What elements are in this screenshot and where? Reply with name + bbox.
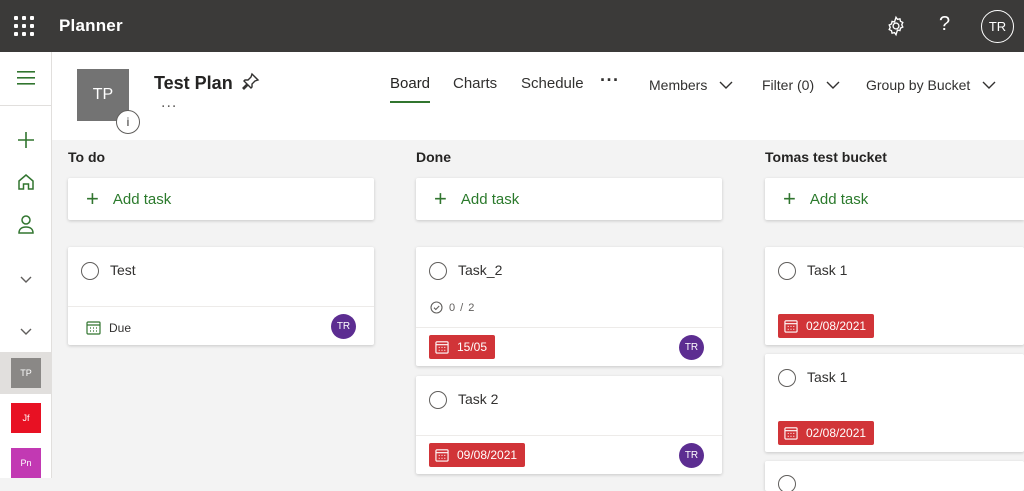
due-date: 15/05 <box>457 340 488 354</box>
plan-tile: Pn <box>11 448 41 478</box>
rail-plan-jf[interactable]: Jf <box>0 397 52 439</box>
rail-divider <box>0 105 52 106</box>
add-task-label: Add task <box>809 190 869 208</box>
hamburger-menu-icon[interactable] <box>0 66 52 90</box>
card-divider <box>416 435 722 436</box>
add-task-label: Add task <box>112 190 172 208</box>
app-header: Planner ? TR <box>0 0 1024 52</box>
plan-tile: Jf <box>11 403 41 433</box>
calendar-icon <box>86 321 101 335</box>
tabs-more-button[interactable]: ··· <box>600 70 619 91</box>
task-title: Task_2 <box>458 262 503 278</box>
assignee-avatar[interactable]: TR <box>331 314 356 339</box>
task-title: Task 2 <box>458 391 499 407</box>
plus-icon: + <box>434 186 447 211</box>
due-date: 09/08/2021 <box>457 448 518 462</box>
pin-icon[interactable] <box>240 72 260 92</box>
tab-board[interactable]: Board <box>390 75 430 92</box>
rail-plan-tp[interactable]: TP <box>0 352 52 394</box>
task-title: Task 1 <box>807 262 848 278</box>
plan-info-icon[interactable]: i <box>116 110 140 134</box>
plan-more-options[interactable]: ... <box>161 94 177 112</box>
late-due-date-chip[interactable]: 15/05 <box>429 335 496 359</box>
due-date-button[interactable]: Due <box>86 320 131 335</box>
calendar-icon <box>435 341 449 354</box>
assignee-avatar[interactable]: TR <box>679 443 704 468</box>
new-plan-plus-icon[interactable] <box>0 128 52 152</box>
complete-task-checkbox[interactable] <box>778 369 796 387</box>
checklist-count: 0 / 2 <box>449 301 476 314</box>
due-date: 02/08/2021 <box>806 319 867 333</box>
app-title[interactable]: Planner <box>59 16 123 36</box>
add-task-label: Add task <box>460 190 520 208</box>
plan-header: TP i Test Plan ... Board Charts Schedule… <box>52 52 1024 140</box>
left-rail: TP Jf Pn <box>0 52 52 478</box>
complete-task-checkbox[interactable] <box>778 475 796 491</box>
task-card[interactable]: Task 2 09/08/2021 TR <box>416 376 722 474</box>
user-avatar[interactable]: TR <box>981 10 1014 43</box>
task-title: Test <box>110 262 136 278</box>
complete-task-checkbox[interactable] <box>429 391 447 409</box>
card-divider <box>416 327 722 328</box>
section-collapse-chevron-icon[interactable] <box>0 322 52 342</box>
checklist-icon <box>430 301 443 314</box>
complete-task-checkbox[interactable] <box>778 262 796 280</box>
late-due-date-chip[interactable]: 09/08/2021 <box>429 443 526 467</box>
task-title: Task 1 <box>807 369 848 385</box>
chevron-down-icon <box>826 81 840 89</box>
assignee-avatar[interactable]: TR <box>679 335 704 360</box>
group-by-dropdown[interactable]: Group by Bucket <box>866 77 996 93</box>
members-dropdown[interactable]: Members <box>649 77 733 93</box>
bucket-title[interactable]: Done <box>416 149 451 165</box>
plan-title: Test Plan <box>154 73 233 93</box>
add-task-button[interactable]: + Add task <box>416 178 722 220</box>
task-card-partial[interactable] <box>765 461 1024 491</box>
members-label: Members <box>649 77 708 93</box>
complete-task-checkbox[interactable] <box>429 262 447 280</box>
tab-active-indicator <box>390 101 430 103</box>
bucket-title[interactable]: Tomas test bucket <box>765 149 887 165</box>
task-card[interactable]: Task 1 02/08/2021 <box>765 247 1024 345</box>
due-date: 02/08/2021 <box>806 426 867 440</box>
card-divider <box>68 306 374 307</box>
add-task-button[interactable]: + Add task <box>765 178 1024 220</box>
chevron-down-icon <box>982 81 996 89</box>
home-icon[interactable] <box>0 170 52 194</box>
section-collapse-chevron-icon[interactable] <box>0 270 52 290</box>
late-due-date-chip[interactable]: 02/08/2021 <box>778 421 875 445</box>
tab-schedule[interactable]: Schedule <box>521 75 584 92</box>
help-icon[interactable]: ? <box>939 13 950 36</box>
bucket-title[interactable]: To do <box>68 149 105 165</box>
filter-dropdown[interactable]: Filter (0) <box>762 77 840 93</box>
plus-icon: + <box>86 186 99 211</box>
filter-label: Filter (0) <box>762 77 815 93</box>
checklist-progress: 0 / 2 <box>430 301 475 314</box>
settings-gear-icon[interactable] <box>885 15 907 37</box>
plan-tile: TP <box>11 358 41 388</box>
calendar-icon <box>784 320 798 333</box>
add-task-button[interactable]: + Add task <box>68 178 374 220</box>
task-card[interactable]: Test Due TR <box>68 247 374 345</box>
chevron-down-icon <box>719 81 733 89</box>
late-due-date-chip[interactable]: 02/08/2021 <box>778 314 875 338</box>
group-by-label: Group by Bucket <box>866 77 971 93</box>
calendar-icon <box>435 449 449 462</box>
calendar-icon <box>784 427 798 440</box>
task-card[interactable]: Task 1 02/08/2021 <box>765 354 1024 452</box>
tab-charts[interactable]: Charts <box>453 75 497 92</box>
app-launcher-icon[interactable] <box>14 16 34 36</box>
complete-task-checkbox[interactable] <box>81 262 99 280</box>
due-label: Due <box>109 320 132 335</box>
plus-icon: + <box>783 186 796 211</box>
my-tasks-person-icon[interactable] <box>0 212 52 236</box>
task-card[interactable]: Task_2 0 / 2 15/05 TR <box>416 247 722 366</box>
